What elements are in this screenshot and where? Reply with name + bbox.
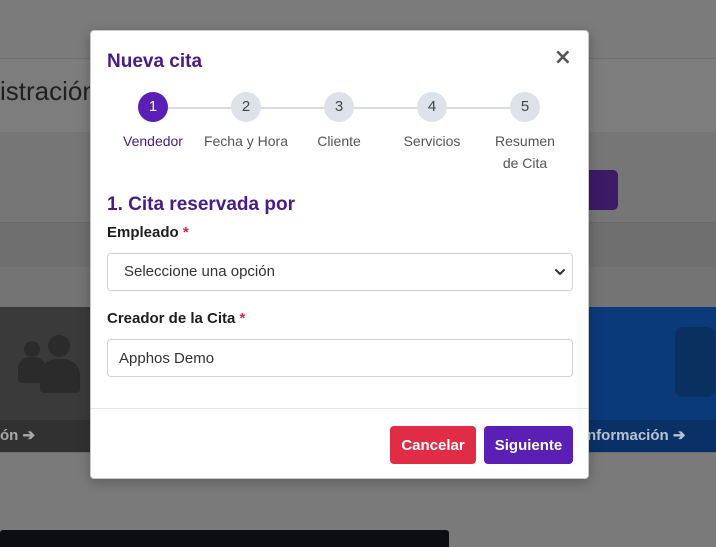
modal-footer: Cancelar Siguiente	[91, 408, 588, 480]
step-label: Fecha y Hora	[203, 133, 289, 149]
employee-label-text: Empleado	[107, 224, 179, 241]
employee-select-value: Seleccione una opción	[124, 263, 275, 280]
step-number: 5	[510, 92, 540, 122]
bg-card-link: nformación ➔	[587, 427, 686, 444]
required-marker: *	[239, 310, 246, 327]
cancel-button[interactable]: Cancelar	[390, 426, 476, 464]
step-vendedor[interactable]: 1 Vendedor	[107, 92, 199, 152]
bg-dark-panel	[0, 530, 449, 547]
step-fecha-hora[interactable]: 2 Fecha y Hora	[200, 92, 292, 152]
creator-field[interactable]	[107, 339, 573, 377]
step-cliente[interactable]: 3 Cliente	[293, 92, 385, 152]
bg-page-title: istración	[0, 76, 97, 106]
step-label: Vendedor	[123, 133, 183, 149]
bg-card-link: ón ➔	[0, 427, 36, 444]
section-title: 1. Cita reservada por	[107, 194, 295, 215]
employee-select[interactable]: Seleccione una opción	[107, 253, 573, 291]
creator-label-text: Creador de la Cita	[107, 310, 236, 327]
next-button[interactable]: Siguiente	[484, 426, 573, 464]
employee-label: Empleado *	[107, 224, 189, 241]
tag-icon	[675, 327, 715, 397]
users-icon	[18, 335, 88, 395]
stepper: 1 Vendedor 2 Fecha y Hora 3 Cliente 4 Se…	[107, 92, 574, 182]
step-number: 4	[417, 92, 447, 122]
modal-title: Nueva cita	[107, 51, 203, 72]
bg-card-info: nformación ➔	[587, 307, 716, 452]
step-number: 2	[231, 92, 261, 122]
close-icon[interactable]: ×	[554, 47, 572, 69]
required-marker: *	[182, 224, 189, 241]
step-number: 3	[324, 92, 354, 122]
step-resumen[interactable]: 5 Resumen de Cita	[479, 92, 571, 174]
step-number: 1	[138, 92, 168, 122]
step-label: Resumen de Cita	[495, 133, 555, 171]
bg-card-users: ón ➔	[0, 307, 95, 452]
step-label: Cliente	[317, 133, 361, 149]
creator-label: Creador de la Cita *	[107, 310, 245, 327]
step-servicios[interactable]: 4 Servicios	[386, 92, 478, 152]
new-appointment-modal: Nueva cita × 1 Vendedor 2 Fecha y Hora 3…	[90, 30, 589, 479]
step-label: Servicios	[403, 133, 461, 149]
chevron-down-icon	[555, 269, 565, 275]
